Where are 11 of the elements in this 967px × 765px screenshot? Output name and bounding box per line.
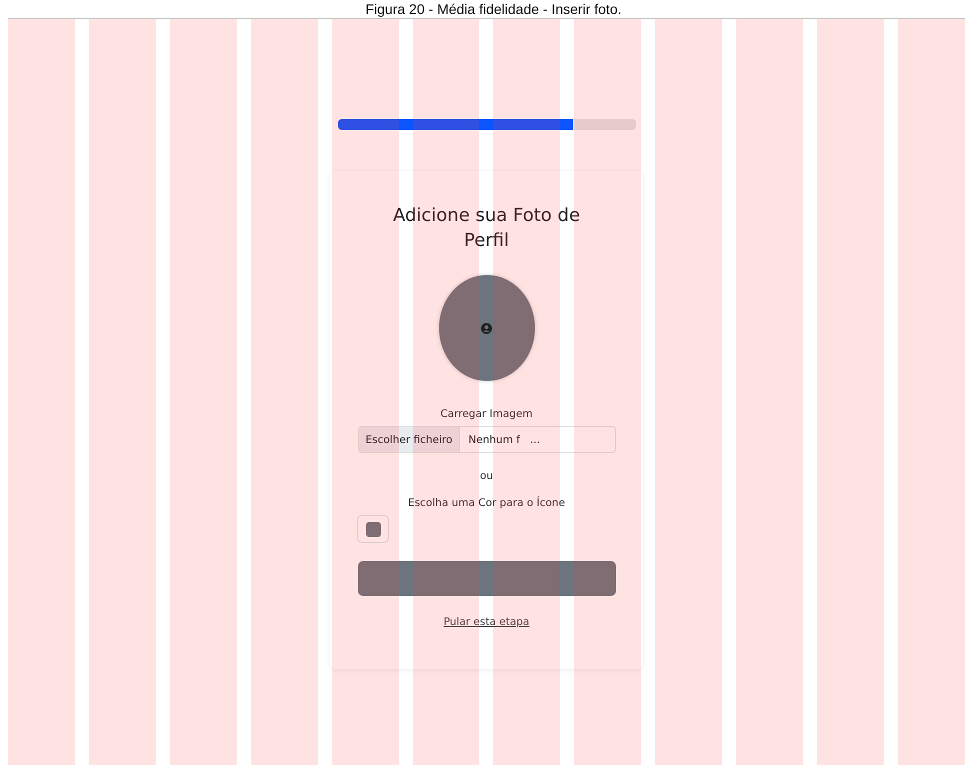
skip-link[interactable]: Pular esta etapa xyxy=(444,616,530,628)
file-name: Nenhum f ... xyxy=(467,432,540,448)
color-label: Escolha uma Cor para o Ícone xyxy=(408,497,566,509)
user-icon xyxy=(481,322,492,334)
choose-file-button[interactable]: Escolher ficheiro xyxy=(358,427,460,452)
figure-caption: Figura 20 - Média fidelidade - Inserir foto. xyxy=(365,0,622,18)
file-input[interactable]: Escolher ficheiro Nenhum f ... xyxy=(358,426,616,453)
separator-text: ou xyxy=(480,470,494,482)
upload-label: Carregar Imagem xyxy=(440,408,533,420)
color-picker[interactable] xyxy=(357,515,389,543)
card-title: Adicione sua Foto de Perfil xyxy=(392,204,582,253)
